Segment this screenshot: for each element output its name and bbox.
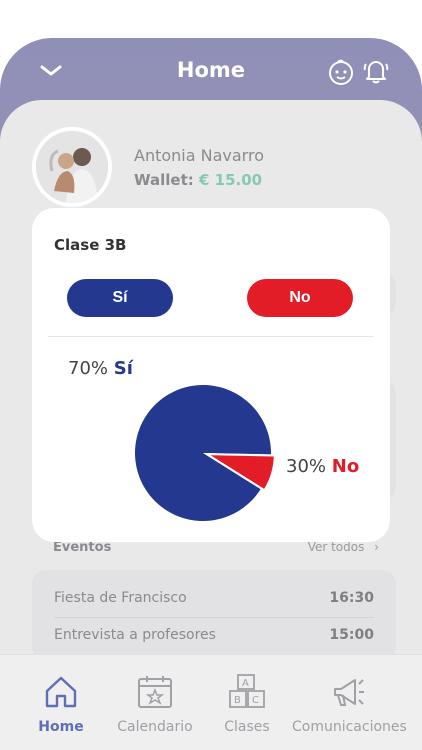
svg-text:A: A [242,678,249,689]
svg-text:B: B [234,695,241,706]
nav-label: Clases [224,719,270,735]
chevron-right-icon: › [374,540,379,554]
no-button[interactable]: No [247,279,353,317]
nav-item-communications[interactable]: Comunicaciones [292,655,407,750]
pie-slice-si [135,385,271,521]
list-item[interactable]: Entrevista a profesores 15:00 [54,617,374,653]
see-all-link[interactable]: Ver todos › [308,540,379,554]
home-icon [42,673,80,711]
svg-text:C: C [252,695,259,706]
event-title: Fiesta de Francisco [54,590,187,606]
page-title: Home [176,58,246,82]
class-title: Clase 3B [54,236,127,254]
profile-name: Antonia Navarro [134,146,264,165]
no-text: No [331,456,360,477]
top-bar: Home [0,38,422,104]
megaphone-icon [329,673,367,711]
event-time: 16:30 [329,590,374,606]
yes-percent-label: 70% Sí [68,358,133,379]
calendar-icon [136,673,174,711]
event-title: Entrevista a profesores [54,627,216,643]
list-item[interactable]: Fiesta de Francisco 16:30 [54,580,374,616]
event-time: 15:00 [329,627,374,643]
poll-pie-chart [135,385,274,521]
abc-blocks-icon: ABC [228,673,266,711]
yes-text: Sí [113,358,133,379]
no-percent-label: 30% No [286,456,359,477]
wallet-info: Wallet: € 15.00 [134,171,262,189]
events-heading: Eventos [53,540,112,555]
no-percent: 30% [286,456,327,477]
divider [48,336,374,337]
bottom-nav: Home Calendario ABC Clases Comunicacione… [0,654,422,750]
yes-button[interactable]: Sí [67,279,173,317]
baby-face-icon[interactable] [327,58,355,86]
events-list: Fiesta de Francisco 16:30 Entrevista a p… [32,570,396,660]
nav-label: Comunicaciones [292,719,407,735]
nav-item-classes[interactable]: ABC Clases [192,655,302,750]
avatar[interactable] [32,127,112,207]
see-all-label: Ver todos [307,540,365,554]
yes-percent: 70% [68,358,109,379]
wallet-amount: € 15.00 [199,171,263,189]
wallet-label: Wallet: [134,171,194,189]
bell-icon[interactable] [362,56,390,86]
poll-modal: Clase 3B Sí No 70% Sí 30% No [32,208,390,542]
